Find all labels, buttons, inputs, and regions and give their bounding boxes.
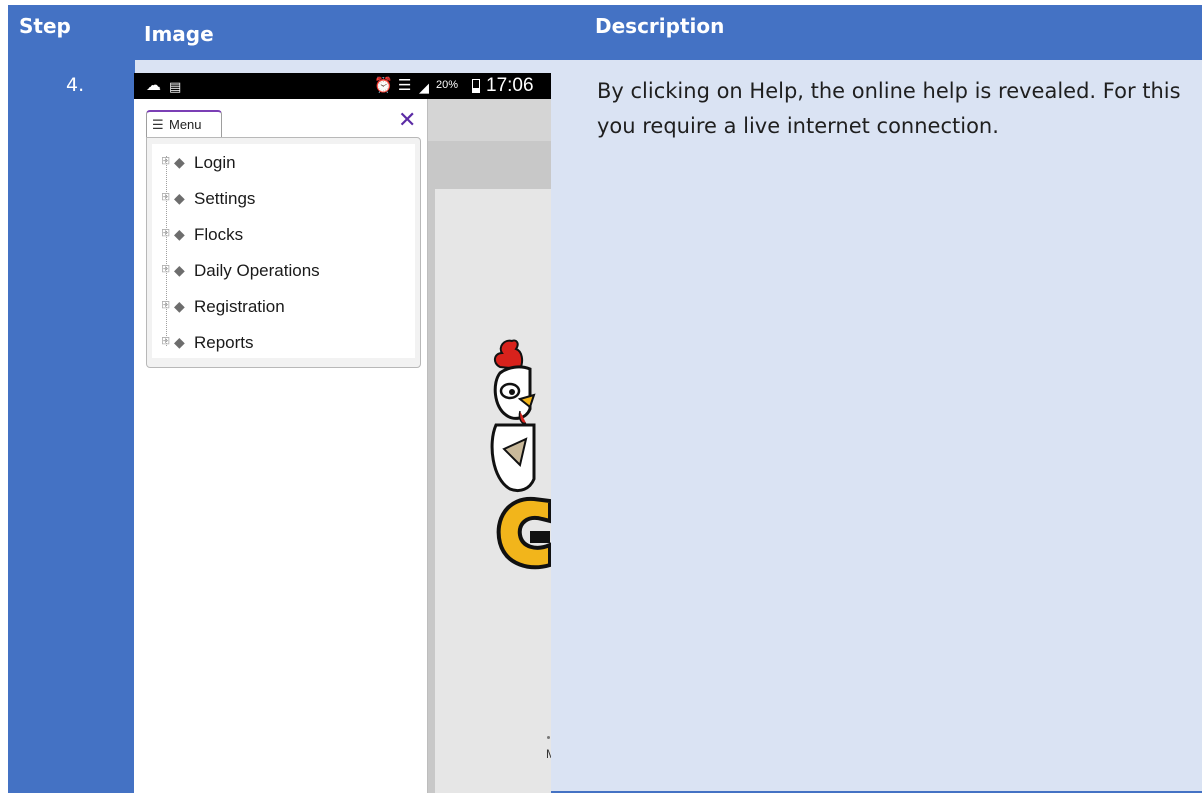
expand-icon[interactable]: ⊞ xyxy=(161,192,170,203)
header-image: Image xyxy=(144,22,214,46)
menu-tab-label: Menu xyxy=(169,117,202,132)
battery-percent: 20% xyxy=(436,79,459,91)
phone-screenshot: ☁ ▤ ⏰ ☰ ◢ 20% 17:06 ☰ Menu ✕ ⊞ ◆ Login ⊞ xyxy=(134,73,551,793)
book-icon: ◆ xyxy=(174,262,185,278)
tree-item-label: Login xyxy=(194,153,236,172)
table-header-row: Step Image Description xyxy=(8,5,1202,60)
list-icon: ☰ xyxy=(152,117,164,132)
tree-item-login[interactable]: ⊞ ◆ Login xyxy=(158,148,408,178)
book-icon: ◆ xyxy=(174,190,185,206)
app-background: M xyxy=(428,99,551,793)
header-step: Step xyxy=(19,14,71,38)
tree-item-reports[interactable]: ⊞ ◆ Reports xyxy=(158,328,408,358)
tree-item-label: Daily Operations xyxy=(194,261,320,280)
expand-icon[interactable]: ⊞ xyxy=(161,156,170,167)
clock-time: 17:06 xyxy=(486,75,534,96)
description-cell: By clicking on Help, the online help is … xyxy=(580,60,1202,793)
tree-item-settings[interactable]: ⊞ ◆ Settings xyxy=(158,184,408,214)
message-icon: ▤ xyxy=(169,79,182,94)
tree-item-label: Registration xyxy=(194,297,285,316)
alarm-icon: ⏰ xyxy=(374,77,393,94)
signal-icon: ◢ xyxy=(419,80,429,95)
menu-tree: ⊞ ◆ Login ⊞ ◆ Settings ⊞ ◆ Flocks ⊞ ◆ Da… xyxy=(146,137,421,368)
tree-item-label: Reports xyxy=(194,333,254,352)
wifi-icon: ☰ xyxy=(398,77,412,94)
tree-item-flocks[interactable]: ⊞ ◆ Flocks xyxy=(158,220,408,250)
app-header-bar xyxy=(428,99,551,141)
expand-icon[interactable]: ⊞ xyxy=(161,264,170,275)
side-menu-panel: ☰ Menu ✕ ⊞ ◆ Login ⊞ ◆ Settings ⊞ ◆ Floc… xyxy=(134,99,428,793)
expand-icon[interactable]: ⊞ xyxy=(161,336,170,347)
menu-tab[interactable]: ☰ Menu xyxy=(146,110,222,138)
tree-item-daily-operations[interactable]: ⊞ ◆ Daily Operations xyxy=(158,256,408,286)
description-text: By clicking on Help, the online help is … xyxy=(597,79,1181,138)
page-dot xyxy=(547,736,550,739)
battery-icon xyxy=(472,79,480,93)
chicken-logo xyxy=(490,339,551,579)
app-partial-text: M xyxy=(546,747,551,761)
header-description: Description xyxy=(595,14,725,38)
expand-icon[interactable]: ⊞ xyxy=(161,228,170,239)
status-bar: ☁ ▤ ⏰ ☰ ◢ 20% 17:06 xyxy=(134,73,551,99)
tree-item-label: Flocks xyxy=(194,225,244,244)
tree-item-registration[interactable]: ⊞ ◆ Registration xyxy=(158,292,408,322)
expand-icon[interactable]: ⊞ xyxy=(161,300,170,311)
book-icon: ◆ xyxy=(174,154,185,170)
close-icon[interactable]: ✕ xyxy=(398,107,416,133)
book-icon: ◆ xyxy=(174,334,185,350)
book-icon: ◆ xyxy=(174,226,185,242)
step-cell: 4. xyxy=(8,60,135,793)
cloud-icon: ☁ xyxy=(146,77,161,94)
step-number: 4. xyxy=(66,74,85,96)
book-icon: ◆ xyxy=(174,298,185,314)
tree-item-label: Settings xyxy=(194,189,256,208)
